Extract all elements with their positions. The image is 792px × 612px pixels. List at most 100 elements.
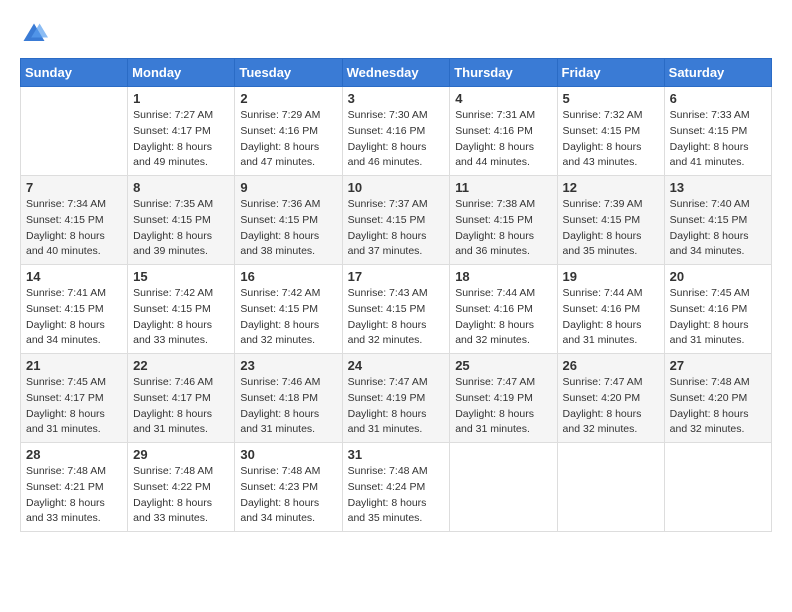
day-number: 23	[240, 358, 336, 373]
cell-info: Sunrise: 7:44 AMSunset: 4:16 PMDaylight:…	[563, 286, 659, 349]
calendar-cell: 10Sunrise: 7:37 AMSunset: 4:15 PMDayligh…	[342, 176, 450, 265]
cell-info: Sunrise: 7:48 AMSunset: 4:21 PMDaylight:…	[26, 464, 122, 527]
cell-info: Sunrise: 7:48 AMSunset: 4:20 PMDaylight:…	[670, 375, 766, 438]
week-row-5: 28 Sunrise: 7:48 AMSunset: 4:21 PMDayligh…	[21, 443, 772, 532]
column-header-monday: Monday	[128, 59, 235, 87]
calendar-cell: 16 Sunrise: 7:42 AMSunset: 4:15 PMDayligh…	[235, 265, 342, 354]
calendar-cell: 30 Sunrise: 7:48 AMSunset: 4:23 PMDayligh…	[235, 443, 342, 532]
cell-info: Sunrise: 7:32 AMSunset: 4:15 PMDaylight:…	[563, 108, 659, 171]
day-number: 25	[455, 358, 551, 373]
calendar-cell: 1 Sunrise: 7:27 AMSunset: 4:17 PMDaylight…	[128, 87, 235, 176]
column-header-sunday: Sunday	[21, 59, 128, 87]
cell-info: Sunrise: 7:45 AMSunset: 4:16 PMDaylight:…	[670, 286, 766, 349]
cell-info: Sunrise: 7:39 AMSunset: 4:15 PMDaylight:…	[563, 197, 659, 260]
calendar-cell: 12Sunrise: 7:39 AMSunset: 4:15 PMDayligh…	[557, 176, 664, 265]
day-number: 13	[670, 180, 766, 195]
day-number: 6	[670, 91, 766, 106]
calendar-cell: 6 Sunrise: 7:33 AMSunset: 4:15 PMDaylight…	[664, 87, 771, 176]
column-header-wednesday: Wednesday	[342, 59, 450, 87]
day-number: 26	[563, 358, 659, 373]
calendar-cell	[557, 443, 664, 532]
calendar-cell: 21 Sunrise: 7:45 AMSunset: 4:17 PMDayligh…	[21, 354, 128, 443]
day-number: 10	[348, 180, 445, 195]
calendar-table: SundayMondayTuesdayWednesdayThursdayFrid…	[20, 58, 772, 532]
calendar-cell	[21, 87, 128, 176]
calendar-cell: 15 Sunrise: 7:42 AMSunset: 4:15 PMDayligh…	[128, 265, 235, 354]
calendar-cell: 24Sunrise: 7:47 AMSunset: 4:19 PMDayligh…	[342, 354, 450, 443]
day-number: 15	[133, 269, 229, 284]
cell-info: Sunrise: 7:47 AMSunset: 4:20 PMDaylight:…	[563, 375, 659, 438]
day-number: 4	[455, 91, 551, 106]
cell-info: Sunrise: 7:33 AMSunset: 4:15 PMDaylight:…	[670, 108, 766, 171]
day-number: 8	[133, 180, 229, 195]
day-number: 19	[563, 269, 659, 284]
cell-info: Sunrise: 7:35 AMSunset: 4:15 PMDaylight:…	[133, 197, 229, 260]
day-number: 17	[348, 269, 445, 284]
calendar-cell: 3 Sunrise: 7:30 AMSunset: 4:16 PMDaylight…	[342, 87, 450, 176]
cell-info: Sunrise: 7:47 AMSunset: 4:19 PMDaylight:…	[455, 375, 551, 438]
calendar-cell: 23 Sunrise: 7:46 AMSunset: 4:18 PMDayligh…	[235, 354, 342, 443]
day-number: 20	[670, 269, 766, 284]
day-number: 16	[240, 269, 336, 284]
logo	[20, 20, 52, 48]
cell-info: Sunrise: 7:34 AMSunset: 4:15 PMDaylight:…	[26, 197, 122, 260]
cell-info: Sunrise: 7:46 AMSunset: 4:18 PMDaylight:…	[240, 375, 336, 438]
day-number: 1	[133, 91, 229, 106]
calendar-cell: 5 Sunrise: 7:32 AMSunset: 4:15 PMDaylight…	[557, 87, 664, 176]
column-header-friday: Friday	[557, 59, 664, 87]
cell-info: Sunrise: 7:48 AMSunset: 4:24 PMDaylight:…	[348, 464, 445, 527]
cell-info: Sunrise: 7:45 AMSunset: 4:17 PMDaylight:…	[26, 375, 122, 438]
week-row-3: 14Sunrise: 7:41 AMSunset: 4:15 PMDayligh…	[21, 265, 772, 354]
day-number: 30	[240, 447, 336, 462]
calendar-cell: 7 Sunrise: 7:34 AMSunset: 4:15 PMDaylight…	[21, 176, 128, 265]
cell-info: Sunrise: 7:36 AMSunset: 4:15 PMDaylight:…	[240, 197, 336, 260]
day-number: 31	[348, 447, 445, 462]
calendar-cell: 27Sunrise: 7:48 AMSunset: 4:20 PMDayligh…	[664, 354, 771, 443]
calendar-cell: 4Sunrise: 7:31 AMSunset: 4:16 PMDaylight…	[450, 87, 557, 176]
day-number: 5	[563, 91, 659, 106]
cell-info: Sunrise: 7:43 AMSunset: 4:15 PMDaylight:…	[348, 286, 445, 349]
calendar-cell: 26 Sunrise: 7:47 AMSunset: 4:20 PMDayligh…	[557, 354, 664, 443]
calendar-cell	[664, 443, 771, 532]
cell-info: Sunrise: 7:27 AMSunset: 4:17 PMDaylight:…	[133, 108, 229, 171]
day-number: 21	[26, 358, 122, 373]
cell-info: Sunrise: 7:48 AMSunset: 4:22 PMDaylight:…	[133, 464, 229, 527]
cell-info: Sunrise: 7:48 AMSunset: 4:23 PMDaylight:…	[240, 464, 336, 527]
day-number: 24	[348, 358, 445, 373]
calendar-cell: 13Sunrise: 7:40 AMSunset: 4:15 PMDayligh…	[664, 176, 771, 265]
calendar-cell: 22Sunrise: 7:46 AMSunset: 4:17 PMDayligh…	[128, 354, 235, 443]
week-row-1: 1 Sunrise: 7:27 AMSunset: 4:17 PMDaylight…	[21, 87, 772, 176]
calendar-body: 1 Sunrise: 7:27 AMSunset: 4:17 PMDaylight…	[21, 87, 772, 532]
cell-info: Sunrise: 7:42 AMSunset: 4:15 PMDaylight:…	[133, 286, 229, 349]
calendar-cell: 2 Sunrise: 7:29 AMSunset: 4:16 PMDaylight…	[235, 87, 342, 176]
cell-info: Sunrise: 7:38 AMSunset: 4:15 PMDaylight:…	[455, 197, 551, 260]
calendar-cell: 11Sunrise: 7:38 AMSunset: 4:15 PMDayligh…	[450, 176, 557, 265]
day-number: 28	[26, 447, 122, 462]
day-number: 3	[348, 91, 445, 106]
day-number: 9	[240, 180, 336, 195]
calendar-cell: 18 Sunrise: 7:44 AMSunset: 4:16 PMDayligh…	[450, 265, 557, 354]
calendar-cell: 25 Sunrise: 7:47 AMSunset: 4:19 PMDayligh…	[450, 354, 557, 443]
day-number: 7	[26, 180, 122, 195]
cell-info: Sunrise: 7:30 AMSunset: 4:16 PMDaylight:…	[348, 108, 445, 171]
column-header-saturday: Saturday	[664, 59, 771, 87]
day-number: 2	[240, 91, 336, 106]
calendar-cell: 14Sunrise: 7:41 AMSunset: 4:15 PMDayligh…	[21, 265, 128, 354]
page-header	[20, 20, 772, 48]
calendar-cell: 8 Sunrise: 7:35 AMSunset: 4:15 PMDaylight…	[128, 176, 235, 265]
day-number: 18	[455, 269, 551, 284]
day-number: 22	[133, 358, 229, 373]
column-header-thursday: Thursday	[450, 59, 557, 87]
calendar-cell: 31 Sunrise: 7:48 AMSunset: 4:24 PMDayligh…	[342, 443, 450, 532]
calendar-cell: 28 Sunrise: 7:48 AMSunset: 4:21 PMDayligh…	[21, 443, 128, 532]
calendar-cell: 20 Sunrise: 7:45 AMSunset: 4:16 PMDayligh…	[664, 265, 771, 354]
cell-info: Sunrise: 7:29 AMSunset: 4:16 PMDaylight:…	[240, 108, 336, 171]
week-row-2: 7 Sunrise: 7:34 AMSunset: 4:15 PMDaylight…	[21, 176, 772, 265]
calendar-cell: 17 Sunrise: 7:43 AMSunset: 4:15 PMDayligh…	[342, 265, 450, 354]
cell-info: Sunrise: 7:42 AMSunset: 4:15 PMDaylight:…	[240, 286, 336, 349]
column-header-tuesday: Tuesday	[235, 59, 342, 87]
days-header-row: SundayMondayTuesdayWednesdayThursdayFrid…	[21, 59, 772, 87]
cell-info: Sunrise: 7:44 AMSunset: 4:16 PMDaylight:…	[455, 286, 551, 349]
calendar-cell: 19 Sunrise: 7:44 AMSunset: 4:16 PMDayligh…	[557, 265, 664, 354]
calendar-cell: 29Sunrise: 7:48 AMSunset: 4:22 PMDayligh…	[128, 443, 235, 532]
